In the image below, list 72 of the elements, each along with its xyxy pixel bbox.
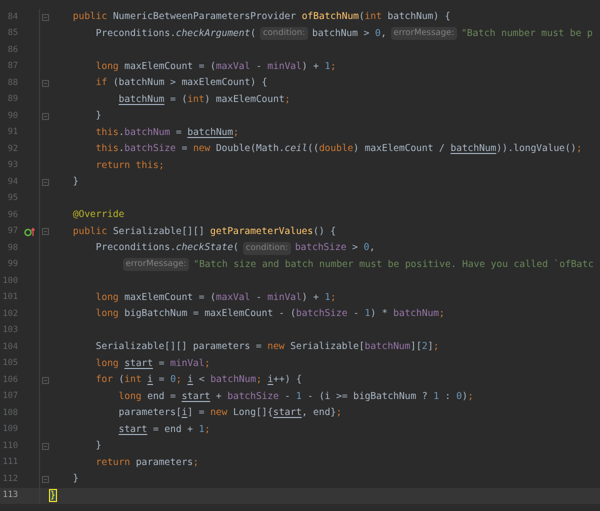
code-text: this.batchSize = new Double(Math.ceil((double) maxElemCount / batchNum)).longValue(); [94,142,582,156]
code-text: if (batchNum > maxElemCount) { [94,76,268,90]
line-number: 97 [6,225,19,238]
line-number: 92 [6,142,19,156]
line-number: 86 [6,44,19,57]
code-text: return this; [94,158,164,173]
code-text: batchSize > 0, [294,241,376,256]
line-number: 95 [6,192,19,206]
line-number: 84 [6,10,19,24]
line-number: 108 [2,406,19,420]
fold-marker-icon[interactable] [42,80,48,87]
code-text: return parameters; [94,456,199,470]
fold-marker-icon[interactable] [42,376,48,384]
code-text: public Serializable[][] getParameterValues() { [72,224,336,239]
code-text: @Override [72,208,124,222]
line-number: 85 [6,27,19,40]
code-text: public NumericBetweenParametersProvider ofBatchNum(int batchNum) { [72,10,450,24]
code-text: parameters[i] = new Long[]{start, end}; [118,406,342,420]
fold-marker-icon[interactable] [42,178,48,186]
fold-marker-icon[interactable] [42,14,48,21]
line-number: 110 [2,440,19,453]
line-number: 99 [6,258,19,272]
code-text: } [94,439,102,454]
line-number: 105 [2,357,19,370]
fold-marker-icon[interactable] [42,112,48,120]
code-text: long end = start + batchSize - 1 - (i >= bigBatchNum ? 1 : 0); [118,390,474,404]
code-text: "Batch number must be p [461,26,593,41]
code-text: batchNum = (int) maxElemCount; [118,92,290,107]
code-text: long start = minVal; [94,356,210,371]
line-number: 104 [2,340,19,354]
code-text: for (int i = 0; i < batchNum; i++) { [94,373,302,388]
line-number: 112 [2,472,19,486]
code-text: Serializable[][] parameters = new Serializable[batchNum][2]; [94,340,440,354]
code-text: this.batchNum = batchNum; [94,126,239,140]
fold-marker-icon[interactable] [42,476,48,483]
code-text: long maxElemCount = (maxVal - minVal) + 1; [94,60,336,74]
line-number: 107 [2,390,19,404]
code-text: } [72,175,79,190]
fold-marker-icon[interactable] [42,228,48,236]
line-number: 90 [6,110,19,123]
line-number: 100 [2,274,19,288]
code-text: "Batch size and batch number must be positive. Have you called `ofBatc [193,258,594,272]
line-number: 101 [2,291,19,304]
line-number: 111 [2,456,19,470]
code-text: Preconditions.checkArgument( [94,26,256,41]
parameter-hint: errorMessage: [390,27,458,40]
code-text: long bigBatchNum = maxElemCount - (batchSize - 1) * batchNum; [94,307,445,322]
code-text: long maxElemCount = (maxVal - minVal) + 1; [94,290,336,305]
override-method-icon[interactable] [24,226,35,237]
parameter-hint: condition: [242,242,291,255]
parameter-hint: condition: [260,27,308,40]
line-number: 96 [6,208,19,222]
code-text: } [50,488,56,503]
line-number: 109 [2,423,19,436]
fold-marker-icon[interactable] [42,442,48,450]
line-number: 87 [6,60,19,74]
line-number: 91 [6,126,19,140]
code-text: } [72,472,79,486]
line-number: 88 [6,76,19,90]
code-text: start = end + 1; [118,422,210,437]
code-text: batchNum > 0, [312,26,386,41]
line-number: 113 [2,489,19,502]
line-number: 94 [6,176,19,189]
line-number: 89 [6,93,19,106]
code-text: Preconditions.checkState( [94,241,239,256]
line-number: 102 [2,308,19,321]
line-number: 98 [6,242,19,255]
code-text: } [94,109,102,124]
line-number: 106 [2,374,19,387]
line-number: 103 [2,324,19,338]
line-number: 93 [6,159,19,172]
parameter-hint: errorMessage: [122,258,190,272]
